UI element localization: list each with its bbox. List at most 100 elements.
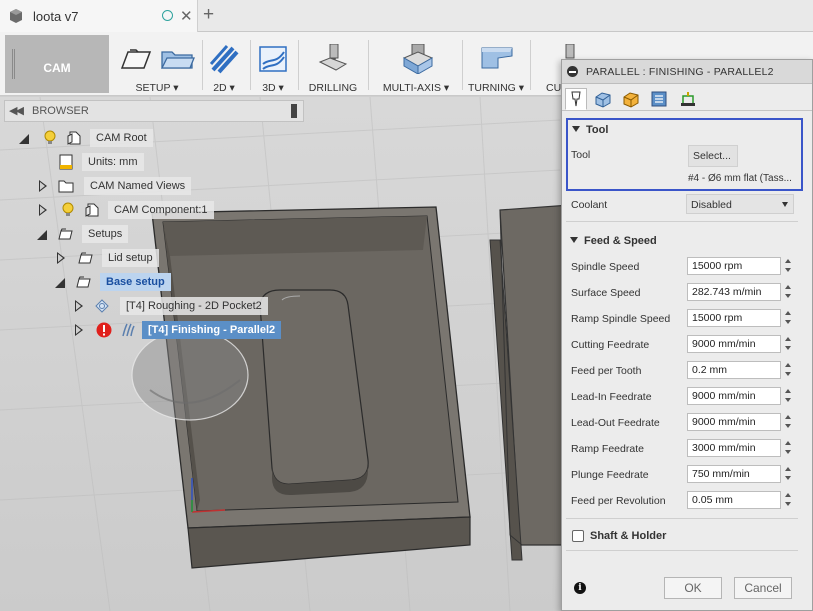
feed-row-input[interactable]: 9000 mm/min (687, 335, 781, 353)
spinner-icon[interactable] (784, 335, 792, 353)
collapse-browser-icon[interactable]: ◀◀ (9, 104, 24, 117)
info-icon[interactable]: i (574, 582, 586, 594)
document-tab[interactable]: loota v7 ✕ (0, 0, 198, 32)
coolant-label: Coolant (571, 199, 608, 211)
tree-node-named-views[interactable]: CAM Named Views (38, 176, 198, 196)
feed-row-label: Lead-In Feedrate (571, 391, 652, 403)
feed-row-input[interactable]: 750 mm/min (687, 465, 781, 483)
3d-group[interactable]: 3D ▾ (253, 32, 293, 96)
browser-header[interactable]: ◀◀ BROWSER (4, 100, 304, 122)
drilling-icon (318, 44, 348, 71)
parallel-operation-icon (122, 323, 135, 337)
2d-label: 2D ▾ (213, 82, 235, 94)
tool-section-header[interactable]: Tool (572, 124, 608, 136)
tab-tool[interactable] (565, 88, 587, 110)
tree-node-roughing[interactable]: [T4] Roughing - 2D Pocket2 (74, 296, 274, 316)
close-tab-icon[interactable]: ✕ (180, 7, 193, 25)
2d-group[interactable]: 2D ▾ (204, 32, 244, 96)
feed-row-input[interactable]: 0.2 mm (687, 361, 781, 379)
feed-row-input[interactable]: 282.743 m/min (687, 283, 781, 301)
spinner-icon[interactable] (784, 413, 792, 431)
shaft-holder-header[interactable]: Shaft & Holder (590, 530, 666, 542)
spinner-icon[interactable] (784, 465, 792, 483)
tree-node-label: Lid setup (102, 249, 159, 267)
expanded-caret-icon[interactable] (18, 133, 30, 145)
collapsed-caret-icon[interactable] (39, 204, 47, 216)
tool-section: Tool Tool Select... #4 - Ø6 mm flat (Tas… (566, 118, 803, 191)
spinner-icon[interactable] (784, 439, 792, 457)
section-collapse-icon (570, 237, 578, 243)
lightbulb-icon[interactable] (60, 202, 76, 218)
setup-icon (120, 49, 195, 69)
passes-tab-icon (651, 91, 667, 107)
select-tool-button[interactable]: Select... (688, 145, 738, 167)
cam-root-icon (67, 131, 81, 145)
tree-node-setups[interactable]: Setups (36, 224, 146, 244)
pin-icon[interactable] (291, 104, 297, 118)
minimize-dialog-icon[interactable] (567, 66, 578, 77)
spinner-icon[interactable] (784, 361, 792, 379)
shaft-holder-checkbox[interactable] (572, 530, 584, 542)
coolant-dropdown[interactable]: Disabled (686, 194, 794, 214)
tree-node-cam-root[interactable]: CAM Root (18, 128, 188, 148)
tab-linking[interactable] (677, 88, 699, 110)
setup-group[interactable]: SETUP ▾ (114, 32, 200, 96)
cancel-button[interactable]: Cancel (734, 577, 792, 599)
tree-node-base-setup[interactable]: Base setup (54, 272, 184, 292)
3d-label: 3D ▾ (262, 82, 284, 94)
2d-icon (209, 45, 239, 74)
spinner-icon[interactable] (784, 283, 792, 301)
expanded-caret-icon[interactable] (36, 229, 48, 241)
document-cube-icon (10, 9, 22, 23)
expanded-caret-icon[interactable] (54, 277, 66, 289)
tree-node-cam-component[interactable]: CAM Component:1 (38, 200, 218, 220)
feed-row-input[interactable]: 9000 mm/min (687, 387, 781, 405)
divider (566, 518, 798, 519)
tool-description: #4 - Ø6 mm flat (Tass... (688, 173, 792, 184)
tool-label: Tool (571, 149, 591, 161)
operation-dialog: PARALLEL : FINISHING - PARALLEL2 Tool To… (561, 59, 813, 611)
tab-geometry[interactable] (592, 88, 614, 110)
collapsed-caret-icon[interactable] (57, 252, 65, 264)
drilling-group[interactable]: DRILLING (304, 32, 362, 96)
workspace-switcher[interactable]: CAM (5, 35, 109, 93)
ok-button[interactable]: OK (664, 577, 722, 599)
pocket-operation-icon (95, 299, 109, 313)
multi-axis-label: MULTI-AXIS ▾ (382, 82, 450, 94)
feed-row-input[interactable]: 15000 rpm (687, 309, 781, 327)
feed-row-label: Ramp Feedrate (571, 443, 644, 455)
workspace-label: CAM (43, 61, 71, 75)
geometry-tab-icon (595, 92, 611, 108)
tree-node-lid-setup[interactable]: Lid setup (56, 248, 166, 268)
feed-row-label: Feed per Revolution (571, 495, 666, 507)
multi-axis-group[interactable]: MULTI-AXIS ▾ (376, 32, 456, 96)
spinner-icon[interactable] (784, 387, 792, 405)
feed-row-input[interactable]: 15000 rpm (687, 257, 781, 275)
feed-row-input[interactable]: 3000 mm/min (687, 439, 781, 457)
dialog-title-bar[interactable]: PARALLEL : FINISHING - PARALLEL2 (562, 60, 812, 84)
feed-speed-section-header[interactable]: Feed & Speed (570, 235, 657, 247)
collapsed-caret-icon[interactable] (39, 180, 47, 192)
new-tab-icon[interactable]: + (203, 4, 214, 26)
lightbulb-icon[interactable] (42, 130, 58, 146)
tree-node-finishing[interactable]: [T4] Finishing - Parallel2 (74, 320, 296, 340)
spinner-icon[interactable] (784, 257, 792, 275)
feed-row-input[interactable]: 0.05 mm (687, 491, 781, 509)
tab-heights[interactable] (620, 88, 642, 110)
spinner-icon[interactable] (784, 309, 792, 327)
setup-label: SETUP ▾ (135, 82, 179, 94)
toolbar-divider (250, 40, 251, 90)
collapsed-caret-icon[interactable] (75, 300, 83, 312)
tool-tab-icon (571, 91, 581, 107)
setup-folder-icon (76, 276, 91, 288)
collapsed-caret-icon[interactable] (75, 324, 83, 336)
turning-group[interactable]: TURNING ▾ (466, 32, 526, 96)
spinner-icon[interactable] (784, 491, 792, 509)
document-title: loota v7 (33, 9, 79, 24)
tree-node-units[interactable]: Units: mm (58, 152, 148, 172)
feed-row-label: Cutting Feedrate (571, 339, 650, 351)
tab-passes[interactable] (648, 88, 670, 110)
tree-node-label: Setups (82, 225, 129, 243)
feed-row-input[interactable]: 9000 mm/min (687, 413, 781, 431)
tree-node-label: [T4] Finishing - Parallel2 (142, 321, 282, 339)
